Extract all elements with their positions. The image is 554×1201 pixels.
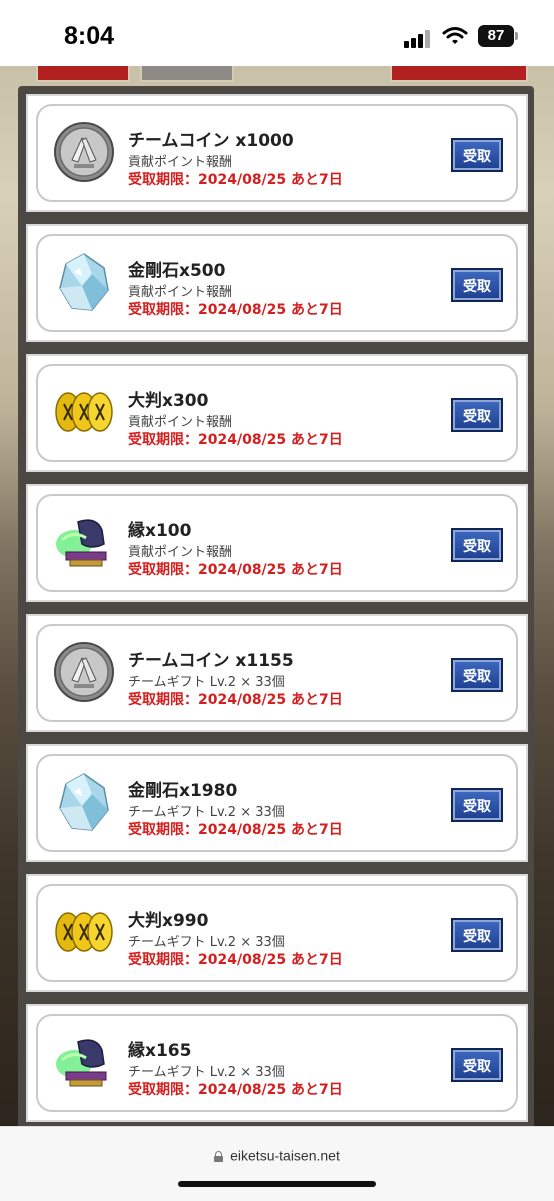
reward-card: チームコイン x1000 貢献ポイント報酬受取期限：2024/08/25 あと7日… bbox=[26, 94, 528, 212]
reward-card: 縁x165 チームギフト Lv.2 × 33個受取期限：2024/08/25 あと… bbox=[26, 1004, 528, 1122]
reward-card: 金剛石x1980 チームギフト Lv.2 × 33個受取期限：2024/08/25… bbox=[26, 744, 528, 862]
reward-source: 貢献ポイント報酬 bbox=[128, 285, 233, 300]
claim-button[interactable]: 受取 bbox=[451, 398, 503, 432]
claim-button[interactable]: 受取 bbox=[451, 528, 503, 562]
oban-gold-icon bbox=[52, 900, 116, 964]
reward-name: 金剛石x1980 bbox=[128, 781, 238, 801]
reward-deadline: 受取期限：2024/08/25 あと7日 bbox=[128, 952, 343, 968]
reward-card: チームコイン x1155 チームギフト Lv.2 × 33個受取期限：2024/0… bbox=[26, 614, 528, 732]
wifi-icon bbox=[442, 27, 468, 44]
top-tab-right[interactable] bbox=[390, 66, 528, 82]
en-horse-icon bbox=[52, 1030, 116, 1094]
reward-card: 縁x100 貢献ポイント報酬受取期限：2024/08/25 あと7日 受取 bbox=[26, 484, 528, 602]
claim-button[interactable]: 受取 bbox=[451, 268, 503, 302]
battery-tip bbox=[515, 32, 518, 40]
reward-name: 縁x100 bbox=[128, 521, 192, 541]
reward-name: 縁x165 bbox=[128, 1041, 192, 1061]
home-indicator[interactable] bbox=[178, 1181, 376, 1187]
browser-url-bar[interactable]: eiketsu-taisen.net bbox=[0, 1126, 554, 1201]
reward-name: 金剛石x500 bbox=[128, 261, 226, 281]
claim-button[interactable]: 受取 bbox=[451, 1048, 503, 1082]
url-text: eiketsu-taisen.net bbox=[230, 1147, 340, 1164]
reward-name: 大判x300 bbox=[128, 391, 209, 411]
reward-deadline: 受取期限：2024/08/25 あと7日 bbox=[128, 302, 343, 318]
reward-deadline: 受取期限：2024/08/25 あと7日 bbox=[128, 822, 343, 838]
en-horse-icon bbox=[52, 510, 116, 574]
reward-source: チームギフト Lv.2 × 33個 bbox=[128, 805, 285, 820]
claim-button[interactable]: 受取 bbox=[451, 788, 503, 822]
reward-source: チームギフト Lv.2 × 33個 bbox=[128, 935, 285, 950]
diamond-crystal-icon bbox=[52, 250, 116, 314]
reward-card: 大判x990 チームギフト Lv.2 × 33個受取期限：2024/08/25 あ… bbox=[26, 874, 528, 992]
reward-name: 大判x990 bbox=[128, 911, 209, 931]
reward-source: 貢献ポイント報酬 bbox=[128, 415, 233, 430]
top-tab-left[interactable] bbox=[36, 66, 130, 82]
reward-card: 金剛石x500 貢献ポイント報酬受取期限：2024/08/25 あと7日 受取 bbox=[26, 224, 528, 342]
team-coin-icon bbox=[52, 120, 116, 184]
reward-deadline: 受取期限：2024/08/25 あと7日 bbox=[128, 172, 343, 188]
claim-button[interactable]: 受取 bbox=[451, 138, 503, 172]
oban-gold-icon bbox=[52, 380, 116, 444]
reward-source: チームギフト Lv.2 × 33個 bbox=[128, 675, 285, 690]
reward-source: チームギフト Lv.2 × 33個 bbox=[128, 1065, 285, 1080]
cellular-signal-icon bbox=[404, 28, 434, 48]
reward-deadline: 受取期限：2024/08/25 あと7日 bbox=[128, 562, 343, 578]
reward-name: チームコイン x1000 bbox=[128, 131, 294, 151]
reward-card: 大判x300 貢献ポイント報酬受取期限：2024/08/25 あと7日 受取 bbox=[26, 354, 528, 472]
reward-name: チームコイン x1155 bbox=[128, 651, 294, 671]
status-time: 8:04 bbox=[64, 22, 115, 50]
diamond-crystal-icon bbox=[52, 770, 116, 834]
claim-button[interactable]: 受取 bbox=[451, 918, 503, 952]
status-bar: 8:04 87 bbox=[0, 0, 554, 66]
team-coin-icon bbox=[52, 640, 116, 704]
battery-indicator: 87 bbox=[478, 25, 514, 47]
reward-source: 貢献ポイント報酬 bbox=[128, 155, 233, 170]
reward-deadline: 受取期限：2024/08/25 あと7日 bbox=[128, 692, 343, 708]
reward-deadline: 受取期限：2024/08/25 あと7日 bbox=[128, 432, 343, 448]
top-tab-middle[interactable] bbox=[140, 66, 234, 82]
claim-button[interactable]: 受取 bbox=[451, 658, 503, 692]
game-background: チームコイン x1000 貢献ポイント報酬 受取期限：2024/08/25 あと7日… bbox=[0, 66, 554, 1126]
reward-source: 貢献ポイント報酬 bbox=[128, 545, 233, 560]
reward-deadline: 受取期限：2024/08/25 あと7日 bbox=[128, 1082, 343, 1098]
lock-icon bbox=[214, 1150, 224, 1162]
